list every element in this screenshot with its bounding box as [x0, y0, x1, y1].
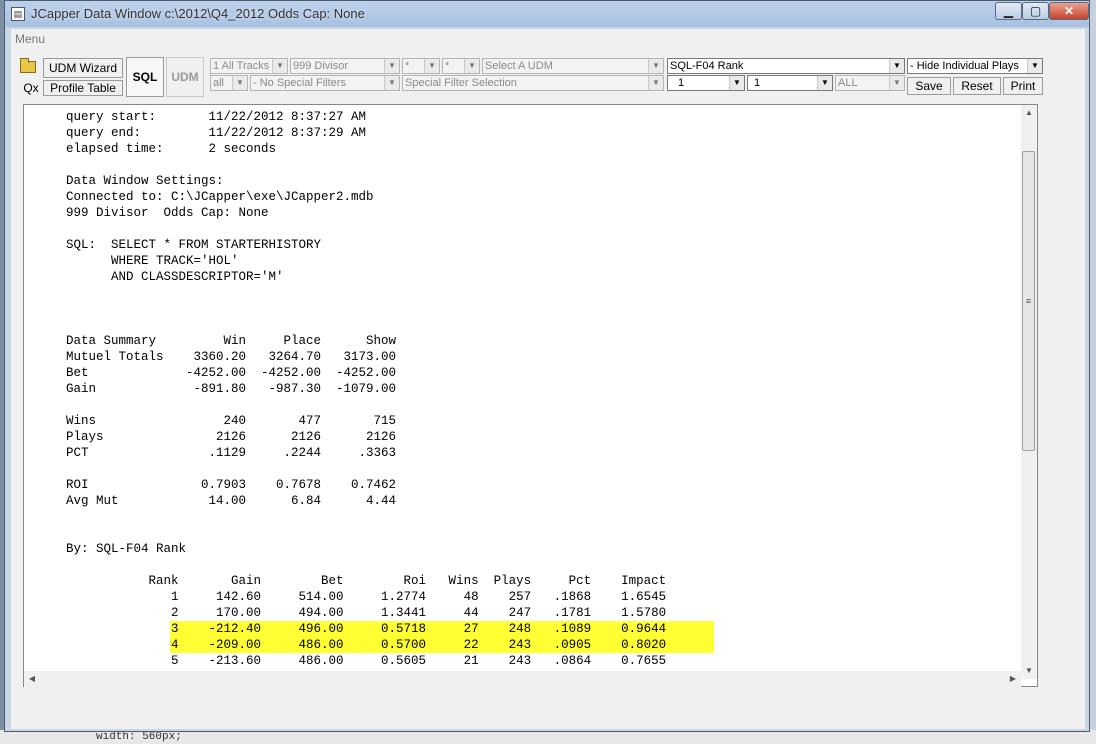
window-title: JCapper Data Window c:\2012\Q4_2012 Odds…	[31, 6, 365, 21]
chevron-down-icon: ▼	[648, 59, 663, 73]
chevron-down-icon: ▼	[1027, 59, 1042, 73]
qx-button[interactable]: Qx	[19, 80, 43, 96]
client-area: Qx UDM Wizard Profile Table SQL UDM 1 Al…	[11, 49, 1085, 729]
save-button[interactable]: Save	[907, 77, 951, 95]
rank-dropdown[interactable]: SQL-F04 Rank ▼	[667, 58, 905, 74]
filter-star-dropdown-2[interactable]: * ▼	[442, 58, 480, 74]
report-text: query start: 11/22/2012 8:37:27 AM query…	[66, 110, 667, 684]
udm-wizard-button[interactable]: UDM Wizard	[43, 58, 123, 78]
special-filter-selection-dropdown[interactable]: Special Filter Selection ▼	[402, 75, 664, 91]
horizontal-scrollbar[interactable]: ◀ ▶	[24, 671, 1021, 687]
scroll-down-icon[interactable]: ▼	[1021, 663, 1037, 679]
chevron-down-icon: ▼	[889, 59, 904, 73]
folder-icon	[20, 58, 36, 73]
chevron-down-icon: ▼	[272, 59, 287, 73]
special-filter-selection-value: Special Filter Selection	[405, 77, 517, 89]
sql-button[interactable]: SQL	[126, 57, 164, 97]
chevron-down-icon: ▼	[464, 59, 479, 73]
divisor-value: 999 Divisor	[293, 60, 349, 72]
hide-plays-dropdown[interactable]: - Hide Individual Plays ▼	[907, 58, 1043, 74]
vertical-scroll-thumb[interactable]: ≡	[1022, 151, 1035, 451]
chevron-down-icon: ▼	[889, 76, 904, 90]
chevron-down-icon: ▼	[384, 59, 399, 73]
number-value-1: 1	[678, 77, 685, 89]
tracks-dropdown[interactable]: 1 All Tracks ▼	[210, 58, 288, 74]
chevron-down-icon: ▼	[424, 59, 439, 73]
reset-button[interactable]: Reset	[953, 77, 1001, 95]
all-value: all	[213, 77, 225, 89]
open-folder-button[interactable]	[17, 55, 39, 75]
maximize-button[interactable]: ▢	[1022, 2, 1049, 20]
number-dropdown-2[interactable]: 1 ▼	[747, 75, 833, 91]
udm-select-value: Select A UDM	[485, 60, 553, 72]
desktop-background-text: width: 560px;	[0, 730, 1096, 744]
scroll-up-icon[interactable]: ▲	[1021, 105, 1037, 121]
profile-table-button[interactable]: Profile Table	[43, 80, 123, 96]
app-icon: ▤	[11, 7, 25, 21]
udm-button[interactable]: UDM	[166, 57, 204, 97]
chevron-down-icon: ▼	[232, 76, 247, 90]
hide-plays-value: - Hide Individual Plays	[910, 60, 1019, 72]
special-filters-value: - No Special Filters	[253, 77, 346, 89]
menu-bar: Menu	[11, 29, 1085, 49]
chevron-down-icon: ▼	[384, 76, 399, 90]
special-filters-dropdown[interactable]: - No Special Filters ▼	[250, 75, 400, 91]
scroll-right-icon[interactable]: ▶	[1005, 671, 1021, 687]
title-bar[interactable]: ▤ JCapper Data Window c:\2012\Q4_2012 Od…	[5, 1, 1089, 27]
divisor-dropdown[interactable]: 999 Divisor ▼	[290, 58, 400, 74]
menu-item-menu[interactable]: Menu	[15, 32, 45, 46]
rank-value: SQL-F04 Rank	[670, 60, 744, 72]
all-upper-dropdown[interactable]: ALL ▼	[835, 75, 905, 91]
report-textbox[interactable]: query start: 11/22/2012 8:37:27 AM query…	[23, 104, 1038, 687]
minimize-button[interactable]: ▁	[995, 2, 1022, 20]
all-dropdown[interactable]: all ▼	[210, 75, 248, 91]
close-button[interactable]: ✕	[1049, 2, 1089, 20]
vertical-scrollbar[interactable]: ▲ ≡ ▼	[1021, 105, 1037, 679]
star-value-1: *	[405, 60, 410, 72]
app-window: ▤ JCapper Data Window c:\2012\Q4_2012 Od…	[4, 0, 1090, 732]
chevron-down-icon: ▼	[817, 76, 832, 90]
number-dropdown-1[interactable]: 1 ▼	[667, 75, 745, 91]
scroll-left-icon[interactable]: ◀	[24, 671, 40, 687]
chevron-down-icon: ▼	[729, 76, 744, 90]
number-value-2: 1	[754, 77, 761, 89]
chevron-down-icon: ▼	[648, 76, 663, 90]
filter-star-dropdown-1[interactable]: * ▼	[402, 58, 440, 74]
all-upper-value: ALL	[838, 77, 858, 89]
background-text: width: 560px;	[96, 731, 182, 743]
tracks-value: 1 All Tracks	[213, 60, 270, 72]
udm-select-dropdown[interactable]: Select A UDM ▼	[482, 58, 664, 74]
print-button[interactable]: Print	[1003, 77, 1043, 95]
star-value-2: *	[445, 60, 450, 72]
